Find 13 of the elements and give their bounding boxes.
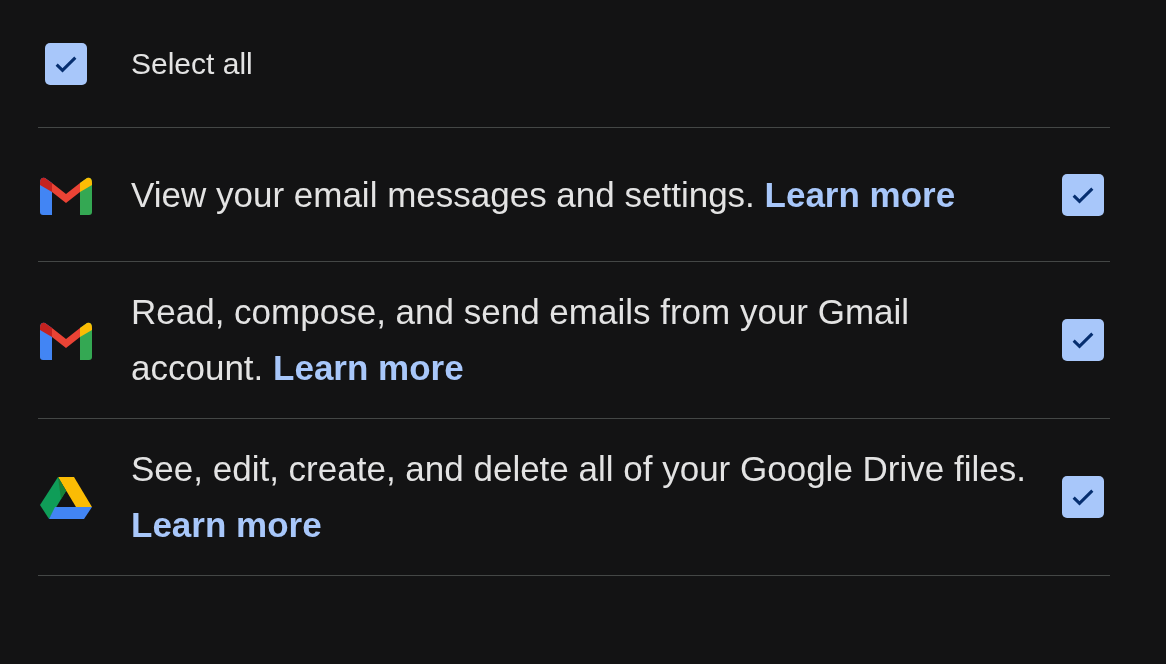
checkbox[interactable] [1062, 319, 1104, 361]
learn-more-link[interactable]: Learn more [764, 174, 956, 214]
triangle-logo-icon [40, 475, 92, 519]
learn-more-link[interactable]: Learn more [273, 348, 464, 387]
permission-text: Read, compose, and send emails from your Gmail account. Learn more [131, 291, 911, 389]
learn-more-link[interactable]: Learn more [131, 505, 322, 544]
select-all-label: Select all [131, 46, 253, 82]
m-logo-icon [40, 320, 92, 360]
checkbox[interactable] [1062, 173, 1104, 216]
permission-text: See, edit, create, and delete all of your Google Drive files. Learn more [131, 448, 1027, 546]
permission-text: View your email messages and settings. Learn more [131, 173, 957, 216]
checkbox[interactable] [45, 42, 87, 85]
checkbox[interactable] [1062, 476, 1104, 518]
